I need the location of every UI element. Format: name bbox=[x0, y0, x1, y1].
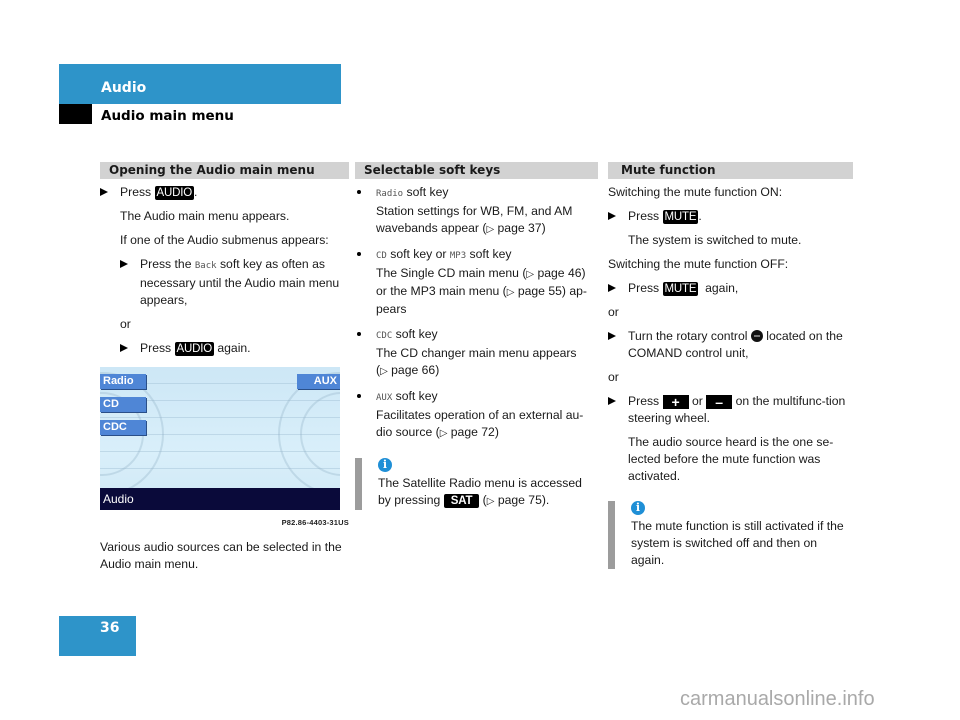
or-text: or bbox=[120, 317, 131, 331]
arrow-icon bbox=[120, 260, 128, 268]
section-heading: Opening the Audio main menu bbox=[100, 162, 349, 179]
screen-softkey-cdc: CDC bbox=[100, 420, 146, 435]
radio-softkey: Radio bbox=[376, 189, 404, 199]
bullet-icon bbox=[357, 252, 361, 256]
list-item: CDC soft key The CD changer main menu ap… bbox=[355, 326, 598, 380]
result-text: The audio source heard is the one se-lec… bbox=[628, 435, 834, 483]
instruction-step: Press + or – on the multifunc-tion steer… bbox=[608, 393, 853, 427]
cdc-softkey: CDC bbox=[376, 331, 393, 341]
page-number-box bbox=[59, 616, 136, 656]
instruction-step: Press MUTE again, bbox=[608, 280, 853, 297]
result-text: The system is switched to mute. bbox=[628, 233, 802, 247]
section-title: Audio main menu bbox=[101, 108, 234, 124]
page-reference[interactable]: page 66 bbox=[391, 363, 435, 377]
plus-key-icon: + bbox=[662, 395, 689, 409]
arrow-icon bbox=[608, 212, 616, 220]
page-ref-icon: ▷ bbox=[486, 224, 495, 235]
list-item: AUX soft key Facilitates operation of an… bbox=[355, 388, 598, 442]
aux-softkey: AUX bbox=[376, 393, 393, 403]
page-number: 36 bbox=[100, 620, 120, 636]
or-text: or bbox=[608, 305, 619, 319]
info-note: i The mute function is still activated i… bbox=[608, 501, 853, 569]
section-heading: Selectable soft keys bbox=[355, 162, 598, 179]
figure-caption: Various audio sources can be selected in… bbox=[100, 540, 342, 571]
screen-status-bar: Audio bbox=[100, 488, 340, 510]
instruction-substep: Press the Back soft key as often as nece… bbox=[120, 256, 349, 309]
instruction-substep: Press AUDIO again. bbox=[120, 340, 349, 357]
instruction-step: Press MUTE. bbox=[608, 208, 853, 225]
page-reference[interactable]: page 37 bbox=[498, 221, 542, 235]
column-selectable-soft-keys: Selectable soft keys Radio soft key Stat… bbox=[355, 162, 598, 510]
page-reference[interactable]: page 55 bbox=[518, 284, 562, 298]
page-ref-icon: ▷ bbox=[439, 428, 448, 439]
mp3-softkey: MP3 bbox=[449, 251, 467, 261]
list-item: Radio soft key Station settings for WB, … bbox=[355, 184, 598, 238]
page-reference[interactable]: page 72 bbox=[451, 425, 495, 439]
page-ref-icon: ▷ bbox=[526, 269, 535, 280]
arrow-icon bbox=[608, 284, 616, 292]
minus-key-icon: – bbox=[706, 395, 733, 409]
mute-key: MUTE bbox=[662, 210, 699, 224]
column-mute-function: Mute function Switching the mute functio… bbox=[608, 162, 853, 569]
bullet-icon bbox=[357, 332, 361, 336]
list-item: CD soft key or MP3 soft key The Single C… bbox=[355, 246, 598, 318]
condition-text: If one of the Audio submenus appears: bbox=[120, 233, 329, 247]
audio-menu-screenshot: Radio CD CDC AUX Audio bbox=[100, 367, 340, 510]
cd-softkey: CD bbox=[376, 251, 387, 261]
or-text: or bbox=[608, 370, 619, 384]
page-reference[interactable]: page 75 bbox=[498, 493, 542, 507]
audio-key: AUDIO bbox=[174, 342, 214, 356]
audio-key: AUDIO bbox=[154, 186, 194, 200]
bullet-icon bbox=[357, 394, 361, 398]
arrow-icon bbox=[608, 397, 616, 405]
screen-softkey-cd: CD bbox=[100, 397, 146, 412]
instruction-step: Turn the rotary control located on the C… bbox=[608, 328, 853, 362]
page-ref-icon: ▷ bbox=[486, 496, 495, 507]
column-opening-audio-menu: Opening the Audio main menu Press AUDIO.… bbox=[100, 162, 349, 580]
watermark: carmanualsonline.info bbox=[680, 688, 875, 710]
mute-key: MUTE bbox=[662, 282, 699, 296]
instruction-step: Press AUDIO. bbox=[100, 184, 349, 201]
info-note: i The Satellite Radio menu is accessed b… bbox=[355, 458, 598, 510]
section-heading: Mute function bbox=[608, 162, 853, 179]
info-icon: i bbox=[631, 501, 645, 515]
bullet-icon bbox=[357, 190, 361, 194]
chapter-title: Audio bbox=[101, 80, 147, 96]
arrow-icon bbox=[120, 344, 128, 352]
mute-off-label: Switching the mute function OFF: bbox=[608, 257, 789, 271]
page-ref-icon: ▷ bbox=[380, 366, 388, 377]
sat-key: SAT bbox=[443, 494, 480, 508]
arrow-icon bbox=[100, 188, 108, 196]
info-icon: i bbox=[378, 458, 392, 472]
section-marker bbox=[59, 104, 92, 124]
rotary-control-icon bbox=[750, 330, 763, 342]
screen-softkey-aux: AUX bbox=[297, 374, 340, 389]
result-text: The Audio main menu appears. bbox=[120, 209, 290, 223]
page-ref-icon: ▷ bbox=[506, 287, 515, 298]
mute-on-label: Switching the mute function ON: bbox=[608, 185, 783, 199]
screen-softkey-radio: Radio bbox=[100, 374, 146, 389]
figure-code: P82.86-4403-31US bbox=[281, 518, 349, 527]
back-softkey: Back bbox=[194, 261, 217, 271]
arrow-icon bbox=[608, 332, 616, 340]
page-reference[interactable]: page 46 bbox=[537, 266, 581, 280]
